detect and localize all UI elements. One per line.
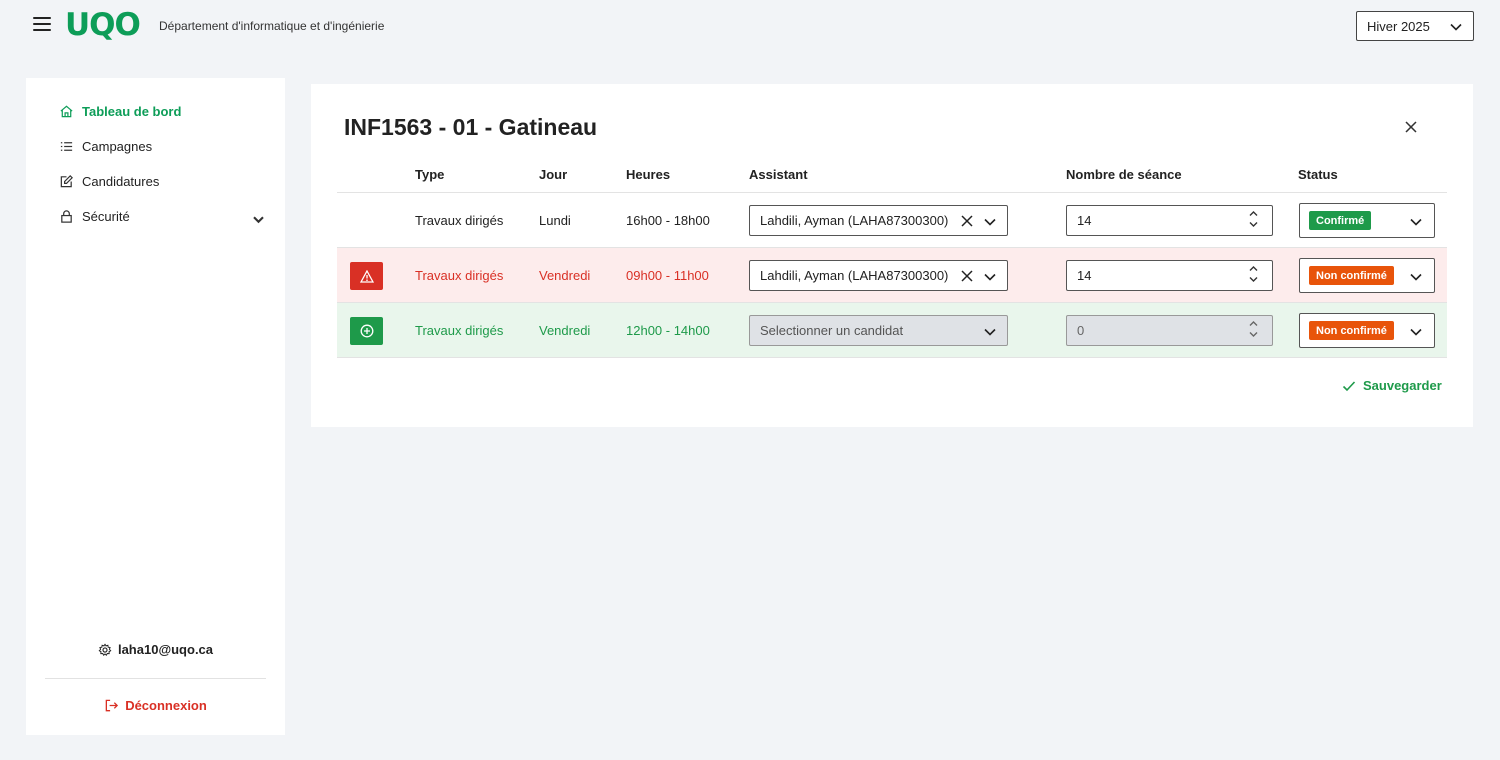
cell-hours: 16h00 - 18h00 xyxy=(626,213,710,228)
user-account[interactable]: laha10@uqo.ca xyxy=(26,642,285,657)
status-badge: Non confirmé xyxy=(1309,266,1394,285)
chevron-up-icon[interactable] xyxy=(1249,265,1258,272)
save-button[interactable]: Sauvegarder xyxy=(1342,378,1442,393)
sessions-stepper[interactable]: 0 xyxy=(1066,315,1273,346)
stepper-buttons[interactable] xyxy=(1249,265,1258,283)
chevron-down-icon xyxy=(1450,23,1462,31)
assistant-select[interactable]: Lahdili, Ayman (LAHA87300300) xyxy=(749,260,1008,291)
divider xyxy=(45,678,266,679)
assistant-select[interactable]: Lahdili, Ayman (LAHA87300300) xyxy=(749,205,1008,236)
cell-type: Travaux dirigés xyxy=(415,268,504,283)
user-email: laha10@uqo.ca xyxy=(117,642,214,657)
sidebar-item-label: Campagnes xyxy=(82,139,153,154)
warning-icon xyxy=(359,269,374,283)
add-circle-icon xyxy=(360,324,373,338)
status-badge: Confirmé xyxy=(1309,211,1372,230)
cell-hours: 09h00 - 11h00 xyxy=(626,268,709,283)
sidebar-item-security[interactable]: Sécurité xyxy=(59,209,264,224)
logout-button[interactable]: Déconnexion xyxy=(26,698,285,713)
logout-icon xyxy=(105,699,119,712)
edit-icon xyxy=(60,175,73,188)
sidebar-item-campaigns[interactable]: Campagnes xyxy=(59,139,152,154)
chevron-down-icon[interactable] xyxy=(1249,276,1258,283)
chevron-down-icon xyxy=(1410,273,1422,281)
table-row: Travaux dirigés Lundi 16h00 - 18h00 Lahd… xyxy=(337,193,1447,247)
warning-button[interactable] xyxy=(350,262,383,290)
cell-day: Vendredi xyxy=(539,323,591,338)
clear-icon[interactable] xyxy=(960,214,974,228)
sidebar-item-applications[interactable]: Candidatures xyxy=(59,174,159,189)
column-header-hours: Heures xyxy=(626,167,671,182)
column-header-assistant: Assistant xyxy=(749,167,808,182)
chevron-down-icon xyxy=(1410,218,1422,226)
department-name: Département d'informatique et d'ingénier… xyxy=(159,19,385,33)
column-header-type: Type xyxy=(415,167,445,182)
divider xyxy=(337,357,1447,358)
chevron-down-icon[interactable] xyxy=(1249,331,1258,338)
chevron-down-icon xyxy=(984,218,996,226)
column-header-status: Status xyxy=(1298,167,1338,182)
sidebar-item-dashboard[interactable]: Tableau de bord xyxy=(59,104,181,119)
sidebar: Tableau de bord Campagnes Candidatures S… xyxy=(26,78,285,735)
chevron-up-icon[interactable] xyxy=(1249,320,1258,327)
add-button[interactable] xyxy=(350,317,383,345)
gear-icon xyxy=(98,642,112,656)
sidebar-item-label: Sécurité xyxy=(82,209,130,224)
assistant-value: Lahdili, Ayman (LAHA87300300) xyxy=(760,213,949,228)
term-select-value: Hiver 2025 xyxy=(1367,18,1430,34)
term-select[interactable]: Hiver 2025 xyxy=(1356,11,1474,41)
chevron-down-icon[interactable] xyxy=(1249,221,1258,228)
sessions-stepper[interactable]: 14 xyxy=(1066,260,1273,291)
cell-day: Vendredi xyxy=(539,268,591,283)
status-select[interactable]: Non confirmé xyxy=(1299,313,1435,348)
menu-icon[interactable] xyxy=(33,17,51,31)
assistant-placeholder: Selectionner un candidat xyxy=(760,323,904,338)
chevron-down-icon[interactable] xyxy=(251,212,266,227)
chevron-up-icon[interactable] xyxy=(1249,210,1258,217)
cell-hours: 12h00 - 14h00 xyxy=(626,323,710,338)
page-title: INF1563 - 01 - Gatineau xyxy=(344,114,598,140)
logout-label: Déconnexion xyxy=(125,698,207,713)
status-select[interactable]: Non confirmé xyxy=(1299,258,1435,293)
sessions-value: 14 xyxy=(1077,213,1092,228)
chevron-down-icon xyxy=(984,328,996,336)
sidebar-item-label: Candidatures xyxy=(82,174,160,189)
check-icon xyxy=(1342,380,1356,391)
table-row: Travaux dirigés Vendredi 09h00 - 11h00 L… xyxy=(337,248,1447,302)
chevron-down-icon xyxy=(1410,328,1422,336)
column-header-day: Jour xyxy=(539,167,568,182)
clear-icon[interactable] xyxy=(960,269,974,283)
home-icon xyxy=(60,105,73,118)
table-row: Travaux dirigés Vendredi 12h00 - 14h00 S… xyxy=(337,303,1447,357)
status-badge: Non confirmé xyxy=(1309,321,1394,340)
stepper-buttons[interactable] xyxy=(1249,210,1258,228)
cell-type: Travaux dirigés xyxy=(415,213,504,228)
cell-type: Travaux dirigés xyxy=(415,323,504,338)
assistant-value: Lahdili, Ayman (LAHA87300300) xyxy=(760,268,949,283)
sessions-value: 14 xyxy=(1077,268,1092,283)
uqo-logo: UQO xyxy=(65,7,141,43)
stepper-buttons[interactable] xyxy=(1249,320,1258,338)
sessions-stepper[interactable]: 14 xyxy=(1066,205,1273,236)
save-label: Sauvegarder xyxy=(1363,378,1442,393)
course-panel: INF1563 - 01 - Gatineau Type Jour Heures… xyxy=(311,84,1473,427)
cell-day: Lundi xyxy=(539,213,571,228)
column-header-sessions: Nombre de séance xyxy=(1066,167,1182,182)
list-icon xyxy=(60,142,73,151)
sidebar-item-label: Tableau de bord xyxy=(82,104,182,119)
sessions-value: 0 xyxy=(1077,323,1085,338)
chevron-down-icon xyxy=(984,273,996,281)
lock-icon xyxy=(61,210,72,223)
assistant-select[interactable]: Selectionner un candidat xyxy=(749,315,1008,346)
status-select[interactable]: Confirmé xyxy=(1299,203,1435,238)
close-icon[interactable] xyxy=(1404,120,1418,134)
